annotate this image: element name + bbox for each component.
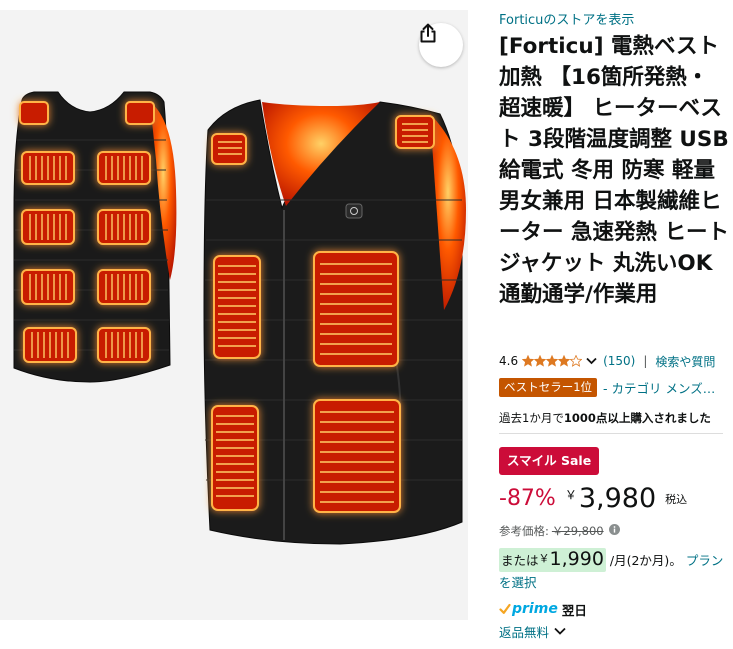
rating-value: 4.6 [499,354,519,368]
share-button[interactable] [419,23,463,67]
chevron-down-icon[interactable] [586,354,597,368]
heated-vest-image [13,91,466,545]
rating-row: 4.6 (150) | 検索や質問 [499,352,715,370]
review-count-link[interactable]: (150) [603,354,635,368]
prime-delivery: prime 翌日 [499,600,587,618]
separator: | [643,354,648,368]
tax-label: 税込 [665,493,688,506]
bought-prefix: 過去1か月で [499,411,564,425]
vest-front-view [203,99,466,545]
bought-emphasis: 1000点以上購入されました [563,411,711,425]
installment-offer: または￥1,990 /月(2か月)。 プランを選択 [499,548,729,594]
star-rating[interactable] [522,355,583,367]
installment-highlight: または￥1,990 [499,548,606,572]
divider [499,433,723,434]
product-image[interactable] [0,10,468,620]
free-returns-label: 返品無料 [499,624,550,640]
bought-in-past-month: 過去1か月で1000点以上購入されました [499,410,711,426]
price-row: -87% ￥ 3,980 税込 [499,482,687,516]
free-returns[interactable]: 返品無料 [499,622,566,640]
stars-icon [522,355,583,367]
prime-check-icon [499,600,511,619]
prime-logo: prime [512,601,558,617]
bestseller-badge[interactable]: ベストセラー1位 [499,378,598,397]
installment-suffix: /月(2か月)。 [605,553,682,568]
discount-percent: -87% [499,486,556,511]
vest-back-view [13,91,177,383]
installment-prefix: または [501,553,539,568]
bestseller-row: ベストセラー1位 - カテゴリ メンズ… [499,378,715,397]
chevron-down-icon [554,627,566,635]
sale-badge: スマイル Sale [499,447,600,475]
price-currency: ￥ [564,488,577,502]
search-questions-link[interactable]: 検索や質問 [655,353,715,370]
product-title: [Forticu] 電熱ベスト 加熱 【16箇所発熱・超速暖】 ヒーターベスト … [499,34,729,307]
bestseller-category-link[interactable]: - カテゴリ メンズ… [603,378,715,397]
store-link[interactable]: Forticuのストアを表示 [499,9,634,28]
price-amount: 3,980 [578,483,657,514]
reference-price: ￥29,800 [551,524,604,538]
installment-amount: 1,990 [549,548,604,570]
next-day-delivery: 翌日 [561,602,587,618]
installment-currency: ￥ [538,552,550,565]
info-icon[interactable] [608,524,620,538]
reference-price-label: 参考価格: [499,524,549,538]
reference-price-row: 参考価格: ￥29,800 [499,523,620,539]
